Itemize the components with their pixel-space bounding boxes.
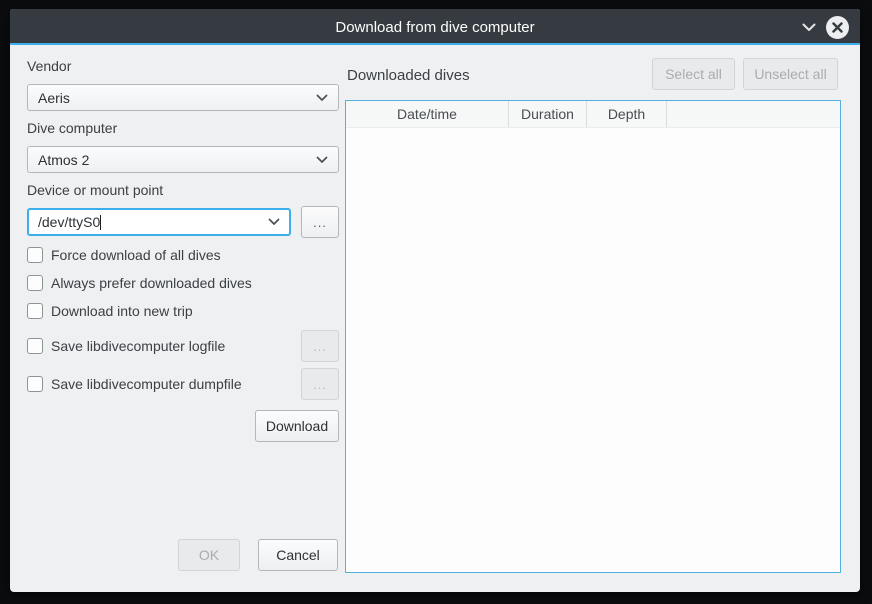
vendor-combobox[interactable]: Aeris <box>27 84 339 111</box>
checkbox-box[interactable] <box>27 275 43 291</box>
downloaded-dives-table[interactable]: Date/time Duration Depth <box>345 100 841 573</box>
close-icon[interactable] <box>826 16 849 39</box>
checkbox-label: Save libdivecomputer logfile <box>51 338 225 354</box>
column-header-datetime[interactable]: Date/time <box>346 101 509 127</box>
checkbox-label: Download into new trip <box>51 303 193 319</box>
vendor-value: Aeris <box>38 90 316 106</box>
device-combobox[interactable]: /dev/ttyS0 <box>27 208 291 236</box>
checkbox-download-new-trip[interactable]: Download into new trip <box>27 303 193 319</box>
device-browse-button[interactable]: ... <box>301 206 339 238</box>
checkbox-save-dumpfile[interactable]: Save libdivecomputer dumpfile <box>27 376 242 392</box>
checkbox-box[interactable] <box>27 303 43 319</box>
table-header-row: Date/time Duration Depth <box>346 101 840 128</box>
chevron-down-icon <box>316 94 328 102</box>
checkbox-label: Save libdivecomputer dumpfile <box>51 376 242 392</box>
chevron-down-icon <box>316 156 328 164</box>
dive-computer-combobox[interactable]: Atmos 2 <box>27 146 339 173</box>
checkbox-force-download[interactable]: Force download of all dives <box>27 247 221 263</box>
dive-computer-label: Dive computer <box>27 120 117 136</box>
download-dialog-window: Download from dive computer Vendor Aeris… <box>10 9 860 592</box>
checkbox-box[interactable] <box>27 247 43 263</box>
checkbox-box[interactable] <box>27 376 43 392</box>
checkbox-label: Force download of all dives <box>51 247 221 263</box>
device-mount-point-label: Device or mount point <box>27 182 163 198</box>
unselect-all-button[interactable]: Unselect all <box>743 58 838 90</box>
vendor-label: Vendor <box>27 58 71 74</box>
dumpfile-browse-button[interactable]: ... <box>301 368 339 400</box>
logfile-browse-button[interactable]: ... <box>301 330 339 362</box>
table-body-empty[interactable] <box>346 128 840 573</box>
checkbox-prefer-downloaded[interactable]: Always prefer downloaded dives <box>27 275 252 291</box>
checkbox-box[interactable] <box>27 338 43 354</box>
device-value: /dev/ttyS0 <box>38 214 100 230</box>
checkbox-save-logfile[interactable]: Save libdivecomputer logfile <box>27 338 225 354</box>
cancel-button[interactable]: Cancel <box>258 539 338 571</box>
chevron-down-icon <box>268 218 280 226</box>
column-header-duration[interactable]: Duration <box>509 101 587 127</box>
checkbox-label: Always prefer downloaded dives <box>51 275 252 291</box>
select-all-button[interactable]: Select all <box>652 58 735 90</box>
column-header-depth[interactable]: Depth <box>587 101 667 127</box>
dive-computer-value: Atmos 2 <box>38 152 316 168</box>
column-header-empty[interactable] <box>667 101 840 127</box>
download-button[interactable]: Download <box>255 410 339 442</box>
titlebar[interactable]: Download from dive computer <box>10 9 860 45</box>
text-caret <box>100 215 101 230</box>
window-title: Download from dive computer <box>10 9 860 45</box>
titlebar-chevron-down-icon[interactable] <box>799 17 819 37</box>
downloaded-dives-label: Downloaded dives <box>347 67 470 84</box>
ok-button[interactable]: OK <box>178 539 240 571</box>
